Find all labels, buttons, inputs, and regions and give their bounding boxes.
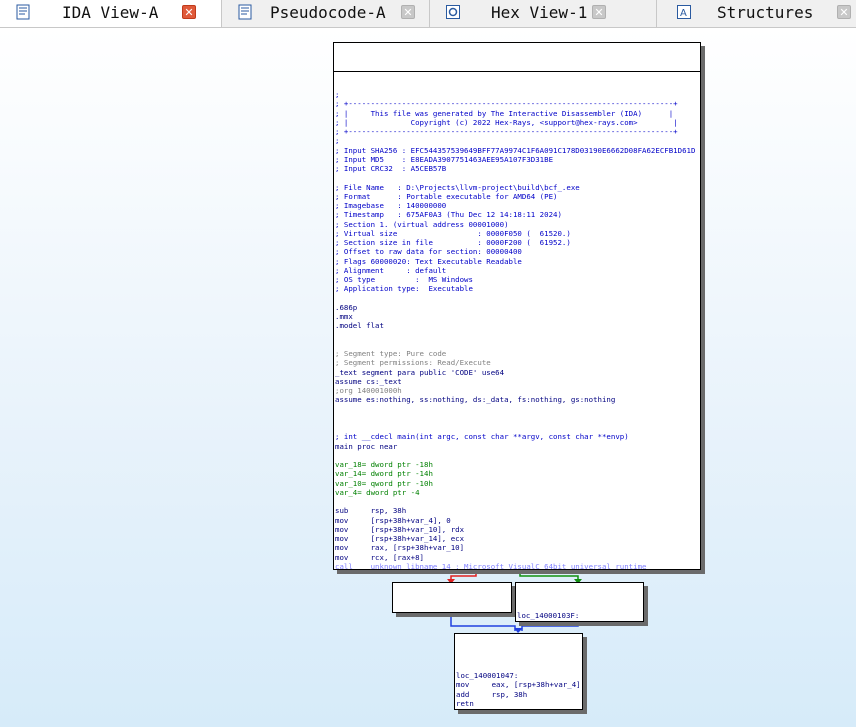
code-line[interactable]: ; int __cdecl main(int argc, const char … <box>334 432 700 441</box>
code-line[interactable]: ; Input SHA256 : EFC544357539649BFF77A99… <box>334 146 700 155</box>
code-block-left[interactable]: mov [rsp+38h+var_4], 1jmp loc_140001047 <box>392 582 512 613</box>
close-icon[interactable]: ✕ <box>837 5 851 19</box>
graph-view-canvas[interactable]: ;; +------------------------------------… <box>0 28 856 727</box>
code-line[interactable] <box>455 653 582 662</box>
code-line[interactable]: ; Virtual size : 0000F050 ( 61520.) <box>334 229 700 238</box>
tab-label: Structures <box>717 3 814 22</box>
code-line[interactable] <box>334 294 700 303</box>
code-line[interactable]: retn <box>455 699 582 708</box>
code-line[interactable] <box>334 423 700 432</box>
code-line[interactable]: ; Section size in file : 0000F200 ( 6195… <box>334 238 700 247</box>
code-line[interactable] <box>516 602 643 611</box>
tab-ida-view-a[interactable]: IDA View-A ✕ <box>0 0 222 27</box>
code-line[interactable]: ;org 140001000h <box>334 386 700 395</box>
code-line[interactable]: ; OS type : MS Windows <box>334 275 700 284</box>
code-line[interactable]: mov [rsp+38h+var_4], 0 <box>334 516 700 525</box>
tab-label: Hex View-1 <box>491 3 588 22</box>
code-line[interactable]: mov eax, [rsp+38h+var_4] <box>455 680 582 689</box>
code-line[interactable]: mov rcx, [rax+8] <box>334 553 700 562</box>
code-block-bottom[interactable]: loc_140001047: mov eax, [rsp+38h+var_4] ad… <box>454 633 583 710</box>
hex-view-icon <box>445 4 461 20</box>
code-line[interactable] <box>334 340 700 349</box>
code-line[interactable]: ; <box>334 136 700 145</box>
code-line[interactable]: var_10= qword ptr -10h <box>334 479 700 488</box>
code-block-main[interactable]: ;; +------------------------------------… <box>333 42 701 570</box>
code-line[interactable]: ; Flags 60000020: Text Executable Readab… <box>334 257 700 266</box>
code-line[interactable]: mov [rsp+38h+var_4], 0Ah <box>516 620 643 621</box>
code-line[interactable]: assume es:nothing, ss:nothing, ds:_data,… <box>334 395 700 404</box>
code-line[interactable] <box>334 414 700 423</box>
code-line[interactable]: mov [rsp+38h+var_10], rdx <box>334 525 700 534</box>
close-icon[interactable]: ✕ <box>592 5 606 19</box>
code-line[interactable]: ; Format : Portable executable for AMD64… <box>334 192 700 201</box>
tab-label: Pseudocode-A <box>270 3 386 22</box>
block-header <box>334 62 700 72</box>
tab-hex-view-1[interactable]: Hex View-1 ✕ <box>430 0 657 27</box>
code-line[interactable]: ; Imagebase : 140000000 <box>334 201 700 210</box>
code-line[interactable]: .model flat <box>334 321 700 330</box>
close-icon[interactable]: ✕ <box>401 5 415 19</box>
code-line[interactable]: assume cs:_text <box>334 377 700 386</box>
code-line[interactable]: var_4= dword ptr -4 <box>334 488 700 497</box>
code-line[interactable]: var_14= dword ptr -14h <box>334 469 700 478</box>
tab-label: IDA View-A <box>62 3 159 22</box>
svg-text:A: A <box>680 8 687 19</box>
code-line[interactable]: ; Timestamp : 675AF0A3 (Thu Dec 12 14:18… <box>334 210 700 219</box>
code-line[interactable]: ; +-------------------------------------… <box>334 99 700 108</box>
code-line[interactable]: _text segment para public 'CODE' use64 <box>334 368 700 377</box>
code-line[interactable] <box>393 602 511 611</box>
code-line[interactable]: ; File Name : D:\Projects\llvm-project\b… <box>334 183 700 192</box>
edge-jump-left <box>450 612 516 631</box>
code-line[interactable]: ; | Copyright (c) 2022 Hex-Rays, <suppor… <box>334 118 700 127</box>
tab-pseudocode-a[interactable]: Pseudocode-A ✕ <box>222 0 430 27</box>
code-line[interactable]: loc_140001047: <box>455 671 582 680</box>
pseudocode-icon <box>237 4 253 20</box>
ida-view-icon <box>15 4 31 20</box>
code-line[interactable]: mov [rsp+38h+var_14], ecx <box>334 534 700 543</box>
code-line[interactable] <box>334 405 700 414</box>
code-line[interactable]: .mmx <box>334 312 700 321</box>
code-line[interactable]: ; Input MD5 : E8EADA3907751463AEE95A107F… <box>334 155 700 164</box>
code-line[interactable]: loc_14000103F: <box>516 611 643 620</box>
tab-bar: IDA View-A ✕ Pseudocode-A ✕ Hex View-1 ✕… <box>0 0 856 28</box>
code-line[interactable]: ; Segment permissions: Read/Execute <box>334 358 700 367</box>
code-line[interactable]: ; Application type: Executable <box>334 284 700 293</box>
code-line[interactable]: main proc near <box>334 442 700 451</box>
code-line[interactable]: mov rax, [rsp+38h+var_10] <box>334 543 700 552</box>
code-line[interactable]: ; Input CRC32 : A5CEB57B <box>334 164 700 173</box>
code-line[interactable] <box>334 497 700 506</box>
edge-jump-right <box>521 621 579 631</box>
code-line[interactable]: main endp <box>455 708 582 709</box>
code-line[interactable]: ; Offset to raw data for section: 000004… <box>334 247 700 256</box>
code-block-right[interactable]: loc_14000103F:mov [rsp+38h+var_4], 0Ah <box>515 582 644 622</box>
code-line[interactable]: ; <box>334 90 700 99</box>
edge-true <box>519 569 579 582</box>
code-line[interactable]: .686p <box>334 303 700 312</box>
code-line[interactable] <box>334 331 700 340</box>
code-line[interactable]: sub rsp, 38h <box>334 506 700 515</box>
code-line[interactable]: ; +-------------------------------------… <box>334 127 700 136</box>
edge-false <box>450 569 477 582</box>
code-line[interactable]: ; Section 1. (virtual address 00001000) <box>334 220 700 229</box>
code-line[interactable]: var_18= dword ptr -18h <box>334 460 700 469</box>
code-line[interactable]: add rsp, 38h <box>455 690 582 699</box>
tab-structures[interactable]: A Structures ✕ <box>657 0 856 27</box>
code-line[interactable]: mov [rsp+38h+var_4], 1 <box>393 611 511 612</box>
code-line[interactable]: ; Segment type: Pure code <box>334 349 700 358</box>
code-line[interactable]: ; Alignment : default <box>334 266 700 275</box>
code-line[interactable] <box>334 173 700 182</box>
code-line[interactable] <box>455 662 582 671</box>
structures-icon: A <box>676 4 692 20</box>
code-line[interactable]: ; | This file was generated by The Inter… <box>334 109 700 118</box>
close-icon[interactable]: ✕ <box>182 5 196 19</box>
code-line[interactable]: call unknown_libname_14 ; Microsoft Visu… <box>334 562 700 569</box>
code-line[interactable] <box>334 451 700 460</box>
